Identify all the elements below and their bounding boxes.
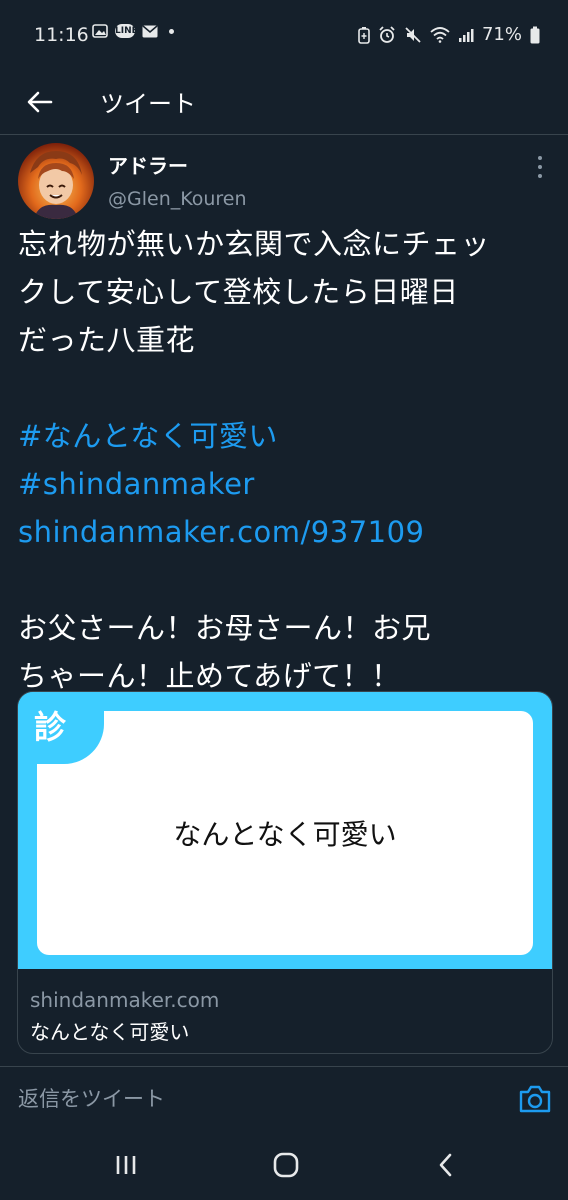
- mail-icon: [142, 24, 158, 37]
- chevron-left-icon: [439, 1153, 452, 1177]
- card-image-text: なんとなく可愛い: [173, 818, 397, 851]
- avatar-image: [18, 143, 94, 219]
- home-icon: [273, 1152, 299, 1178]
- system-icons: 71%: [358, 24, 540, 45]
- battery-percent: 71%: [481, 24, 522, 45]
- alarm-icon: [379, 25, 395, 43]
- back-arrow-icon: [27, 91, 53, 113]
- more-dot-icon: [538, 165, 542, 169]
- camera-icon: [519, 1085, 551, 1113]
- card-image: なんとなく可愛い 診: [18, 692, 552, 969]
- wifi-icon: [430, 26, 450, 43]
- reply-divider: [0, 1066, 568, 1067]
- battery-saver-icon: [358, 26, 370, 44]
- user-handle[interactable]: @Glen_Kouren: [108, 188, 247, 210]
- avatar[interactable]: [18, 143, 94, 219]
- line-app-icon: LINE: [115, 24, 138, 38]
- card-title: なんとなく可愛い: [30, 1020, 190, 1044]
- notification-icons: LINE: [92, 24, 174, 38]
- more-dot-icon: [538, 174, 542, 178]
- link-preview-card[interactable]: なんとなく可愛い 診 shindanmaker.com なんとなく可愛い: [17, 691, 553, 1054]
- status-bar: 11:16 LINE 71%: [0, 0, 568, 70]
- system-back-button[interactable]: [426, 1150, 466, 1180]
- page-title: ツイート: [100, 90, 196, 118]
- battery-icon: [530, 26, 540, 43]
- status-time: 11:16: [34, 24, 89, 46]
- system-nav-bar: [0, 1128, 568, 1200]
- home-button[interactable]: [266, 1150, 306, 1180]
- top-app-bar: ツイート: [0, 70, 568, 135]
- card-domain: shindanmaker.com: [30, 988, 220, 1012]
- card-badge: 診: [18, 692, 104, 764]
- recent-apps-icon: [116, 1156, 136, 1174]
- more-options-button[interactable]: [532, 152, 548, 182]
- gallery-icon: [92, 24, 108, 38]
- reply-input[interactable]: [18, 1082, 498, 1116]
- more-dot-icon: [538, 156, 542, 160]
- display-name[interactable]: アドラー: [108, 150, 188, 179]
- more-notifications-dot-icon: [169, 28, 174, 34]
- tweet-text-line: 忘れ物が無いか玄関で入念にチェッ: [18, 227, 491, 261]
- mute-icon: [405, 26, 421, 43]
- card-badge-text: 診: [34, 708, 67, 746]
- hashtag-link[interactable]: #なんとなく可愛い: [18, 419, 278, 453]
- tweet-text: 忘れ物が無いか玄関で入念にチェッ クして安心して登校したら日曜日 だった八重花 …: [18, 220, 558, 700]
- tweet-text-line: クして安心して登校したら日曜日: [18, 275, 459, 309]
- back-button[interactable]: [22, 84, 58, 120]
- hashtag-link[interactable]: #shindanmaker: [18, 467, 255, 501]
- url-link[interactable]: shindanmaker.com/937109: [18, 515, 425, 549]
- card-image-panel: なんとなく可愛い: [37, 711, 533, 955]
- signal-icon: [458, 28, 474, 42]
- recent-apps-button[interactable]: [106, 1150, 146, 1180]
- camera-button[interactable]: [518, 1083, 552, 1115]
- tweet-text-line: だった八重花: [18, 323, 196, 357]
- tweet-text-line: お父さーん！お母さーん！お兄: [18, 611, 432, 645]
